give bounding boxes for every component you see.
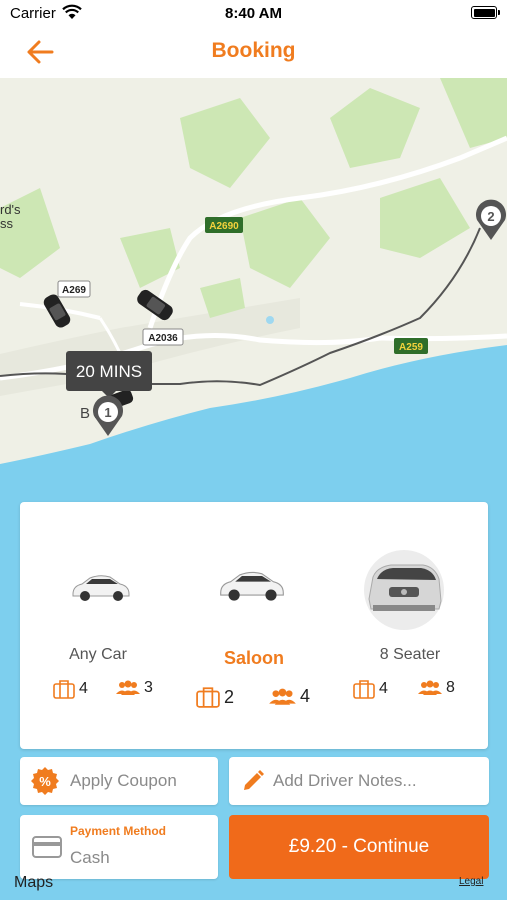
car-icon <box>364 550 444 630</box>
passengers-icon <box>418 680 442 695</box>
luggage-capacity: 2 <box>196 686 234 708</box>
road-label-a2036: A2036 <box>148 333 178 344</box>
eta-label: 20 MINS <box>76 362 142 381</box>
car-icon <box>72 575 130 601</box>
vehicle-option-saloon[interactable]: Saloon 2 4 <box>176 502 332 749</box>
apple-maps-logo: Maps <box>14 874 54 891</box>
percent-badge-icon: % <box>31 767 59 795</box>
svg-text:1: 1 <box>104 405 111 420</box>
payment-method-button[interactable]: Payment Method Cash <box>20 815 218 879</box>
battery-icon <box>471 6 500 19</box>
svg-text:2: 2 <box>487 209 494 224</box>
legal-link[interactable]: Legal <box>459 876 483 887</box>
pencil-icon <box>244 770 264 790</box>
svg-text:%: % <box>39 774 51 789</box>
vehicle-option-8-seater[interactable]: 8 Seater 4 8 <box>332 502 488 749</box>
clock: 8:40 AM <box>225 5 282 22</box>
luggage-icon <box>353 680 375 699</box>
passenger-capacity: 8 <box>418 679 455 697</box>
road-label-a2690: A2690 <box>209 221 239 232</box>
add-driver-notes-button[interactable]: Add Driver Notes... <box>229 757 489 805</box>
vehicle-name: Saloon <box>223 648 284 668</box>
payment-method-title: Payment Method <box>70 824 167 838</box>
luggage-capacity: 4 <box>353 679 388 699</box>
luggage-capacity: 4 <box>53 679 88 699</box>
credit-card-icon <box>32 836 62 858</box>
road-label-a259: A259 <box>399 342 423 353</box>
vehicle-selector: Any Car 4 3 Saloon 2 4 8 Seater 4 8 <box>20 502 488 749</box>
passengers-icon <box>116 680 140 695</box>
apply-coupon-button[interactable]: % Apply Coupon <box>20 757 218 805</box>
luggage-icon <box>53 680 75 699</box>
car-icon <box>220 571 284 601</box>
vehicle-name: Any Car <box>69 646 127 663</box>
coupon-label: Apply Coupon <box>70 771 177 790</box>
driver-notes-label: Add Driver Notes... <box>273 771 417 790</box>
passengers-icon <box>269 688 296 705</box>
passenger-capacity: 3 <box>116 679 153 697</box>
continue-button[interactable]: £9.20 - Continue <box>229 815 489 879</box>
payment-method-value: Cash <box>70 848 110 867</box>
navigation-bar: Booking <box>0 28 507 78</box>
page-title: Booking <box>211 39 296 62</box>
status-bar: Carrier 8:40 AM <box>0 0 507 28</box>
vehicle-name: 8 Seater <box>379 646 441 663</box>
luggage-icon <box>196 687 220 708</box>
passenger-capacity: 4 <box>269 686 310 707</box>
road-label-a269: A269 <box>62 285 86 296</box>
vehicle-option-any-car[interactable]: Any Car 4 3 <box>20 502 176 749</box>
